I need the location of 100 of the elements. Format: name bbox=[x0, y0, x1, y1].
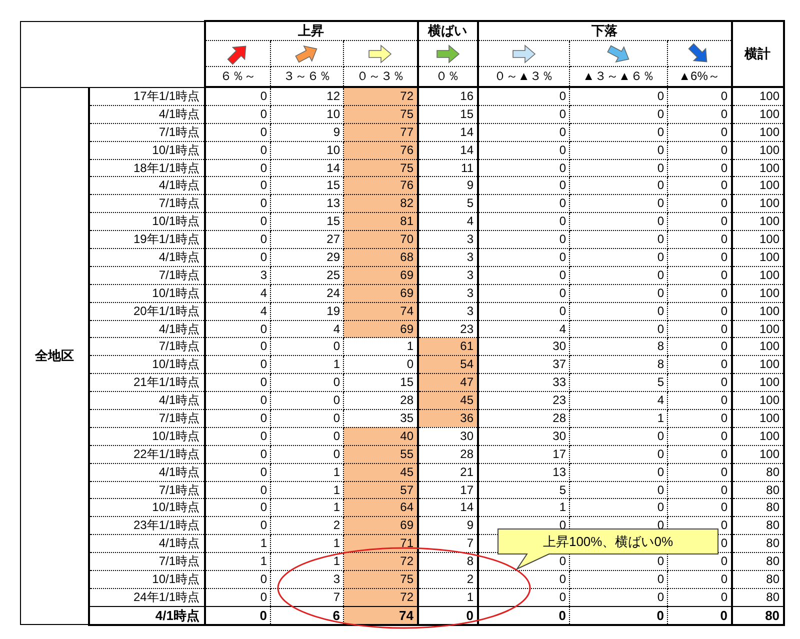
total-cell: 100 bbox=[732, 410, 784, 428]
table-cell: 4 bbox=[204, 284, 270, 302]
table-cell: 5 bbox=[570, 374, 668, 392]
table-cell: 0 bbox=[478, 570, 570, 588]
range-label: ▲6%～ bbox=[678, 69, 720, 83]
total-cell: 80 bbox=[732, 588, 784, 606]
date-label: 7/1時点 bbox=[158, 554, 200, 568]
table-cell: 0 bbox=[204, 392, 270, 410]
table-cell: 30 bbox=[478, 338, 570, 356]
table-cell: 8 bbox=[570, 356, 668, 374]
table-cell: 0 bbox=[418, 606, 478, 625]
date-label: 4/1時点 bbox=[158, 106, 200, 121]
table-cell: 4 bbox=[204, 302, 270, 320]
date-label: 4/1時点 bbox=[158, 393, 200, 408]
table-cell: 0 bbox=[478, 212, 570, 231]
table-cell: 3 bbox=[418, 302, 478, 320]
date-label: 21年1/1時点 bbox=[133, 375, 200, 390]
total-cell: 100 bbox=[732, 87, 784, 106]
range-label: ０～▲３％ bbox=[494, 69, 554, 83]
table-cell: 75 bbox=[344, 159, 418, 177]
table-cell: 0 bbox=[478, 302, 570, 320]
table-cell: 0 bbox=[570, 570, 668, 588]
table-cell: 1 bbox=[204, 552, 270, 571]
date-label: 10/1時点 bbox=[152, 572, 200, 586]
table-cell: 3 bbox=[418, 284, 478, 302]
date-label: 17年1/1時点 bbox=[133, 88, 200, 103]
total-cell: 80 bbox=[732, 606, 784, 625]
table-cell: 0 bbox=[478, 87, 570, 106]
date-label: 22年1/1時点 bbox=[133, 446, 200, 461]
table-cell: 0 bbox=[570, 176, 668, 195]
table-cell: 0 bbox=[570, 498, 668, 517]
table-cell: 0 bbox=[570, 302, 668, 320]
table-cell: 36 bbox=[418, 410, 478, 428]
date-label: 4/1時点 bbox=[158, 536, 200, 550]
table-cell: 69 bbox=[344, 320, 418, 338]
total-cell: 100 bbox=[732, 338, 784, 356]
table-cell: 40 bbox=[344, 427, 418, 446]
table-cell: 0 bbox=[204, 445, 270, 464]
table-cell: 1 bbox=[478, 498, 570, 517]
table-cell: 16 bbox=[418, 87, 478, 106]
table-cell: 75 bbox=[344, 105, 418, 124]
total-cell: 80 bbox=[732, 570, 784, 588]
date-label: 24年1/1時点 bbox=[133, 590, 200, 604]
table-cell: 13 bbox=[478, 463, 570, 482]
range-label: ３～６％ bbox=[283, 69, 331, 83]
table-cell: 64 bbox=[344, 498, 418, 517]
total-cell: 80 bbox=[732, 481, 784, 499]
table-cell: 0 bbox=[478, 194, 570, 213]
table-cell: 0 bbox=[478, 588, 570, 606]
table-cell: 2 bbox=[418, 570, 478, 588]
table-cell: 30 bbox=[478, 427, 570, 446]
total-cell: 100 bbox=[732, 445, 784, 464]
table-cell: 72 bbox=[344, 87, 418, 106]
table-cell: 72 bbox=[344, 552, 418, 571]
table-cell: 4 bbox=[570, 392, 668, 410]
table-cell: 14 bbox=[418, 498, 478, 517]
total-cell: 100 bbox=[732, 248, 784, 266]
total-cell: 100 bbox=[732, 105, 784, 124]
table-cell: 30 bbox=[418, 427, 478, 446]
table-cell: 55 bbox=[344, 445, 418, 464]
table-cell: 0 bbox=[204, 230, 270, 249]
total-cell: 80 bbox=[732, 463, 784, 482]
date-label: 7/1時点 bbox=[158, 196, 200, 210]
table-cell: 1 bbox=[270, 356, 344, 374]
table-cell: 0 bbox=[204, 463, 270, 482]
table-cell: 0 bbox=[204, 159, 270, 177]
table-cell: 0 bbox=[570, 123, 668, 142]
table-cell: 45 bbox=[418, 392, 478, 410]
column-header: 横計 bbox=[744, 46, 771, 61]
table-cell: 0 bbox=[478, 141, 570, 160]
table-cell: 0 bbox=[204, 374, 270, 392]
total-cell: 100 bbox=[732, 194, 784, 213]
table-cell: 17 bbox=[418, 481, 478, 499]
table-cell: 0 bbox=[668, 606, 732, 625]
date-label: 10/1時点 bbox=[152, 428, 200, 443]
table-cell: 5 bbox=[478, 481, 570, 499]
table-cell: 0 bbox=[204, 606, 270, 625]
table-cell: 69 bbox=[344, 284, 418, 302]
date-label: 4/1時点 bbox=[158, 322, 200, 336]
table-cell: 0 bbox=[204, 338, 270, 356]
total-cell: 80 bbox=[732, 534, 784, 553]
table-cell: 0 bbox=[570, 212, 668, 231]
date-label: 7/1時点 bbox=[158, 268, 200, 282]
table-cell: 9 bbox=[418, 176, 478, 195]
total-cell: 80 bbox=[732, 498, 784, 517]
table-cell: 0 bbox=[478, 105, 570, 124]
group-header: 上昇 bbox=[298, 23, 324, 38]
table-cell: 0 bbox=[570, 159, 668, 177]
table-cell: 68 bbox=[344, 248, 418, 266]
table-cell: 1 bbox=[570, 410, 668, 428]
total-cell: 100 bbox=[732, 392, 784, 410]
date-label: 20年1/1時点 bbox=[133, 304, 200, 318]
table-cell: 0 bbox=[270, 410, 344, 428]
table-cell: 45 bbox=[344, 463, 418, 482]
table-cell: 0 bbox=[204, 481, 270, 499]
table-cell: 0 bbox=[570, 481, 668, 499]
table-cell: 14 bbox=[418, 123, 478, 142]
table-cell: 0 bbox=[478, 176, 570, 195]
total-cell: 100 bbox=[732, 320, 784, 338]
total-cell: 100 bbox=[732, 176, 784, 195]
